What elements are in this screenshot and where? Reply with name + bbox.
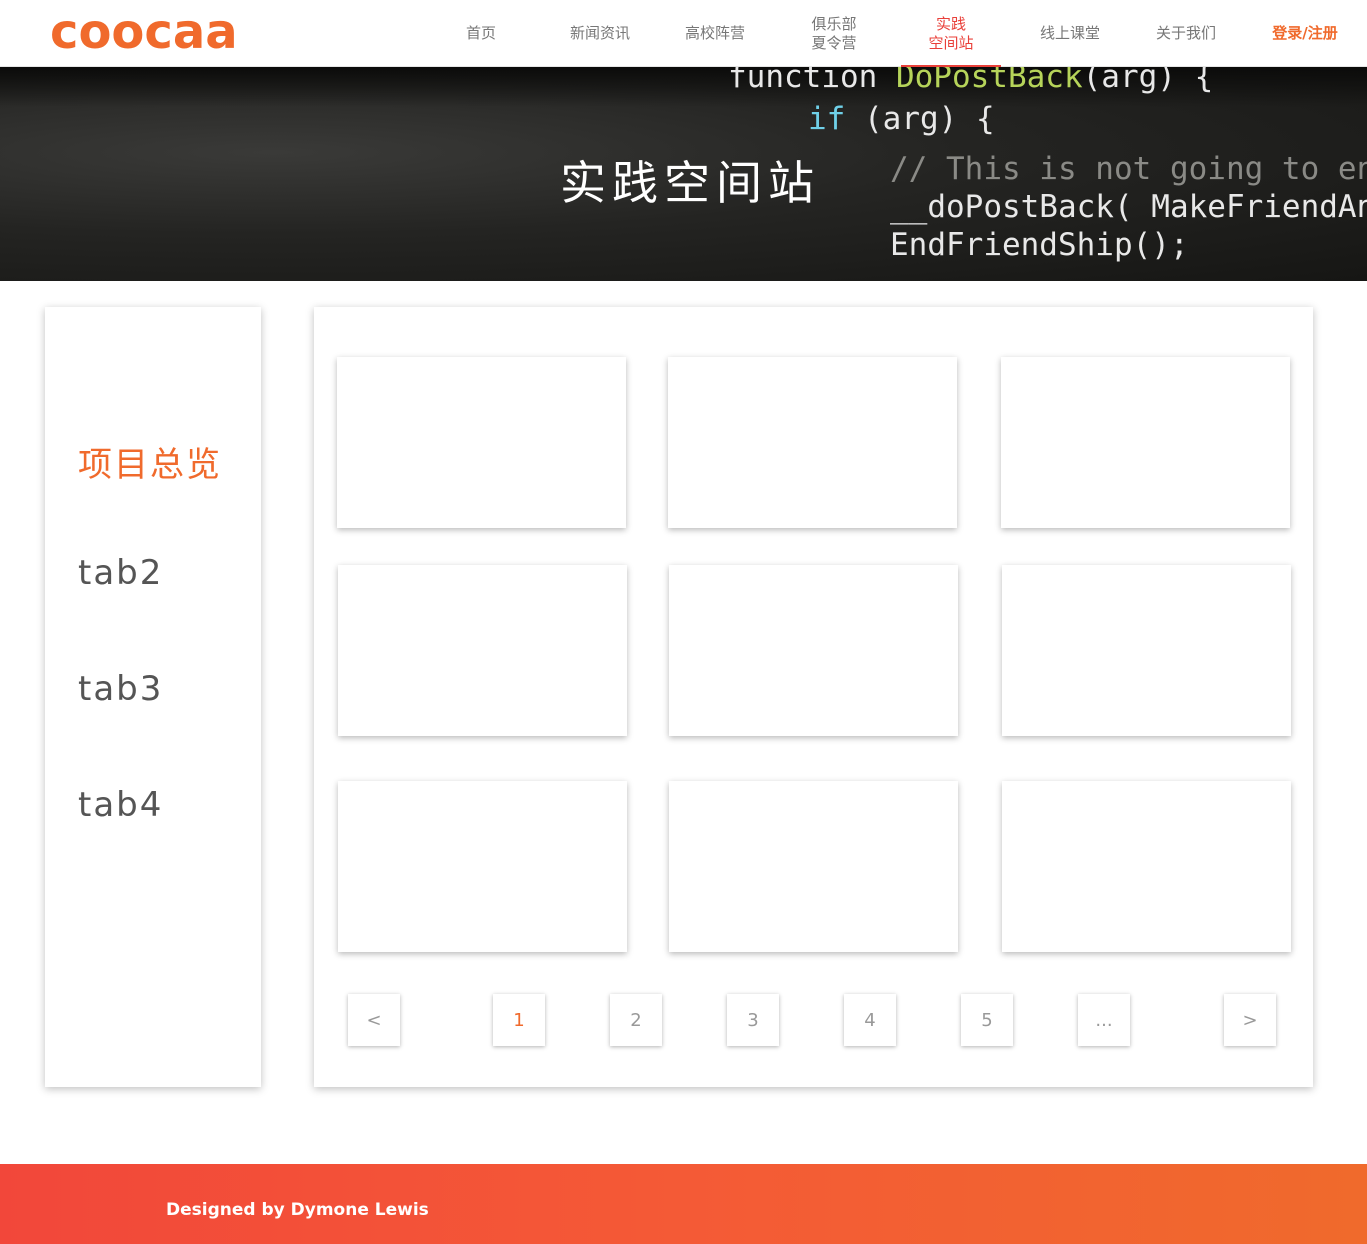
pagination-page-4[interactable]: 4 [844, 994, 896, 1046]
nav-club-camp[interactable]: 俱乐部 夏令营 [796, 0, 872, 67]
pagination-next-button[interactable]: > [1224, 994, 1276, 1046]
code-line-5: EndFriendShip(); [890, 227, 1189, 263]
code-line-3: // This is not going to end w [890, 151, 1367, 187]
code-line-4: __doPostBack( MakeFriendAngry [890, 189, 1367, 225]
sidebar-tab-overview[interactable]: 项目总览 [78, 437, 222, 486]
sidebar: 项目总览 tab2 tab3 tab4 [45, 307, 261, 1087]
nav-news-label: 新闻资讯 [569, 24, 630, 42]
nav-news[interactable]: 新闻资讯 [558, 0, 642, 67]
page-title: 实践空间站 [560, 156, 820, 210]
nav-club-line2: 夏令营 [811, 33, 857, 52]
project-card[interactable] [1002, 565, 1291, 736]
project-card[interactable] [1001, 357, 1290, 528]
nav-home[interactable]: 首页 [452, 0, 510, 67]
nav-online-class-label: 线上课堂 [1039, 24, 1100, 42]
nav-campus-label: 高校阵营 [684, 24, 745, 42]
pagination-page-1[interactable]: 1 [493, 994, 545, 1046]
sidebar-tab-2[interactable]: tab2 [78, 553, 163, 593]
project-card[interactable] [669, 565, 958, 736]
nav-practice-line1: 实践 [935, 14, 966, 33]
pagination-page-2[interactable]: 2 [610, 994, 662, 1046]
project-card[interactable] [668, 357, 957, 528]
login-register-label: 登录/注册 [1272, 24, 1338, 42]
footer: Designed by Dymone Lewis [0, 1164, 1367, 1244]
nav-campus[interactable]: 高校阵营 [673, 0, 757, 67]
sidebar-tab-3[interactable]: tab3 [78, 669, 163, 709]
project-card[interactable] [338, 565, 627, 736]
footer-credit: Designed by Dymone Lewis [166, 1200, 429, 1220]
code-line-2: if (arg) { [808, 101, 995, 137]
sidebar-tab-4[interactable]: tab4 [78, 785, 163, 825]
nav-home-label: 首页 [465, 24, 496, 42]
hero-banner: function DoPostBack(arg) { if (arg) { //… [0, 67, 1367, 281]
code-line-1: function DoPostBack(arg) { [728, 67, 1214, 95]
nav-about-label: 关于我们 [1155, 24, 1216, 42]
project-card[interactable] [338, 781, 627, 952]
project-card[interactable] [1002, 781, 1291, 952]
nav-practice-line2: 空间站 [928, 33, 974, 52]
login-register-link[interactable]: 登录/注册 [1258, 0, 1352, 67]
pagination-page-3[interactable]: 3 [727, 994, 779, 1046]
nav-about[interactable]: 关于我们 [1144, 0, 1228, 67]
pagination-prev-button[interactable]: < [348, 994, 400, 1046]
project-card[interactable] [337, 357, 626, 528]
nav-practice-station[interactable]: 实践 空间站 [901, 0, 1001, 67]
pagination-page-5[interactable]: 5 [961, 994, 1013, 1046]
nav-club-line1: 俱乐部 [811, 14, 857, 33]
pagination-ellipsis[interactable]: ... [1078, 994, 1130, 1046]
project-card[interactable] [669, 781, 958, 952]
svg-text:coocaa: coocaa [50, 8, 238, 56]
coocaa-logo[interactable]: coocaa [50, 8, 260, 56]
top-header: coocaa 首页 新闻资讯 高校阵营 俱乐部 夏令营 实践 空间站 线上课堂 … [0, 0, 1367, 67]
project-grid-panel: < 1 2 3 4 5 ... > [314, 307, 1313, 1087]
nav-online-class[interactable]: 线上课堂 [1028, 0, 1112, 67]
